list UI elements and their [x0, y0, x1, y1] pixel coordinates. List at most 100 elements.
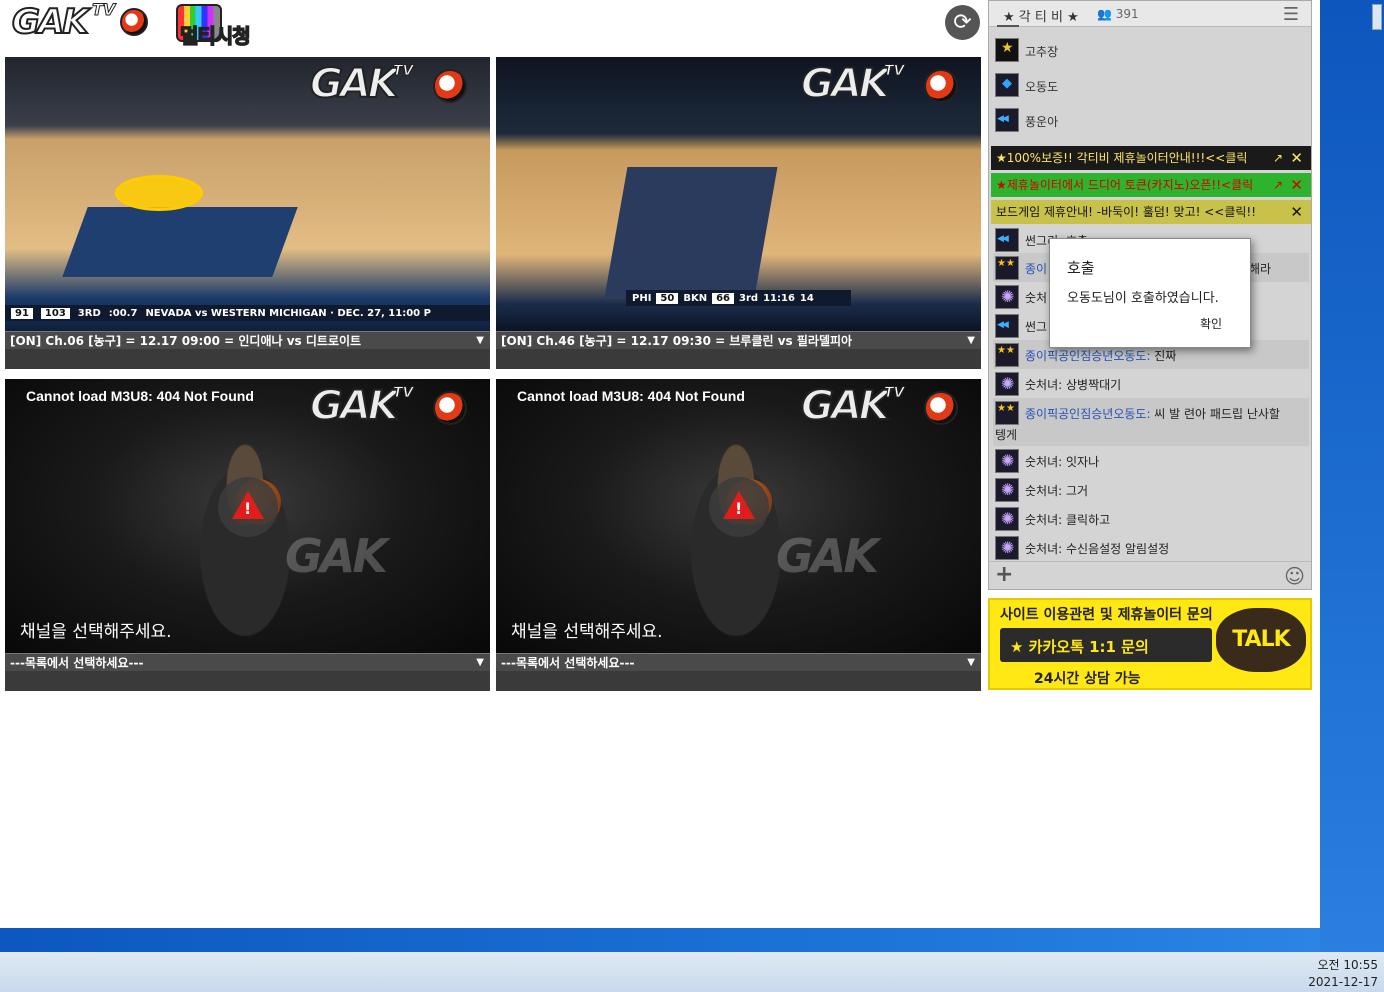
error-message: Cannot load M3U8: 404 Not Found: [517, 388, 745, 404]
logo-ball-icon: [120, 8, 148, 36]
refresh-icon: ⟳: [953, 10, 972, 35]
chat-message: 숫처녀: 잇자나: [993, 446, 1309, 475]
user-list-item[interactable]: 오동도: [993, 70, 1309, 100]
user-count[interactable]: 👥 391: [1097, 7, 1139, 21]
watermark-logo-tv: TV: [883, 63, 905, 80]
rank-badge-icon: [995, 401, 1019, 425]
video-screen-2[interactable]: GAK TV PHI 50 BKN 66 3rd 11:16 14: [496, 57, 981, 331]
site-logo[interactable]: GAK TV: [8, 0, 158, 43]
close-icon[interactable]: ✕: [1290, 146, 1303, 170]
users-icon: 👥: [1097, 7, 1112, 21]
video-pane-4: GAK GAK TV ! Cannot load M3U8: 404 Not F…: [496, 379, 981, 691]
kakao-ad-banner[interactable]: 사이트 이용관련 및 제휴놀이터 문의 ★ 카카오톡 1:1 문의 24시간 상…: [988, 598, 1312, 690]
rank-badge-icon: [995, 228, 1019, 252]
channel-select-1[interactable]: [ON] Ch.06 [농구] = 12.17 09:00 = 인디애나 vs …: [5, 331, 490, 349]
scoreboard: PHI 50 BKN 66 3rd 11:16 14: [626, 290, 851, 306]
watermark-logo-text: GAK: [309, 382, 400, 430]
call-alert-dialog: 호출 오동도님이 호출하였습니다. 확인: [1049, 238, 1251, 348]
chat-message: 숫처녀: 수신음설정 알림설정: [993, 533, 1309, 561]
team-b: BKN: [683, 292, 708, 304]
channel-select-label: ---목록에서 선택하세요---: [501, 656, 635, 670]
video-screen-4[interactable]: GAK GAK TV ! Cannot load M3U8: 404 Not F…: [496, 379, 981, 653]
video-pane-1: GAK TV 91 103 3RD :00.7 NEVADA vs WESTER…: [5, 57, 490, 369]
user-name: 오동도: [1025, 80, 1059, 94]
rank-badge-icon: [995, 73, 1019, 97]
close-icon[interactable]: ✕: [1290, 200, 1303, 224]
watermark-logo-text: GAK: [800, 60, 891, 108]
chat-message: 숫처녀: 그거: [993, 475, 1309, 504]
chevron-down-icon: ▼: [476, 657, 484, 668]
logo-tv-text: TV: [91, 0, 116, 20]
rank-badge-icon: [995, 256, 1019, 280]
chat-input-bar: + ☺: [989, 561, 1311, 589]
ticker: NEVADA vs WESTERN MICHIGAN · DEC. 27, 11…: [145, 307, 431, 319]
court-paint: [62, 207, 298, 277]
dialog-body: 오동도님이 호출하였습니다.: [1067, 291, 1219, 306]
court-logo: [115, 175, 203, 211]
game-clock: 11:16: [763, 292, 795, 304]
score-away: 91: [11, 307, 33, 319]
rank-badge-icon: [995, 108, 1019, 132]
watermark-faint-logo: GAK: [776, 529, 879, 583]
logo-text: GAK: [11, 1, 90, 43]
select-channel-hint: 채널을 선택해주세요.: [511, 622, 663, 642]
refresh-button[interactable]: ⟳: [945, 5, 980, 40]
channel-select-2[interactable]: [ON] Ch.46 [농구] = 12.17 09:30 = 브루클린 vs …: [496, 331, 981, 349]
chat-header: ★ 각 티 비 ★ 👥 391 ☰: [989, 1, 1311, 27]
video-pane-2: GAK TV PHI 50 BKN 66 3rd 11:16 14 [ON] C…: [496, 57, 981, 369]
ad-line-3: 24시간 상담 가능: [1034, 671, 1141, 687]
chat-title[interactable]: ★ 각 티 비 ★: [1003, 6, 1079, 25]
tab-indicator: [997, 25, 1019, 27]
browser-content: GAK TV 멀티시청 ⟳ GAK TV 91 103 3RD :00.7 NE…: [0, 0, 1320, 928]
select-channel-hint: 채널을 선택해주세요.: [20, 622, 172, 642]
rank-badge-icon: [995, 38, 1019, 62]
ad-line-2: ★ 카카오톡 1:1 문의: [1010, 638, 1149, 656]
score-home: 103: [40, 307, 70, 319]
window-mini-control[interactable]: [1372, 4, 1382, 30]
scoreboard: 91 103 3RD :00.7 NEVADA vs WESTERN MICHI…: [5, 305, 490, 321]
emoji-icon[interactable]: ☺: [1284, 564, 1305, 588]
user-list-item[interactable]: 고추장: [993, 35, 1309, 65]
user-list-item[interactable]: 풍운아: [993, 105, 1309, 135]
banner-text: ★100%보증!! 각티비 제휴놀이터안내!!!<<클릭: [996, 151, 1248, 165]
multi-view-label: 멀티시청: [179, 23, 251, 49]
rank-badge-icon: [995, 507, 1019, 531]
multi-view-button[interactable]: 멀티시청: [174, 0, 274, 49]
external-link-icon: ↗: [1272, 178, 1283, 192]
dialog-title: 호출: [1067, 259, 1095, 277]
kakao-talk-icon: TALK: [1216, 608, 1306, 672]
add-icon[interactable]: +: [995, 562, 1013, 587]
watermark-logo-text: GAK: [800, 382, 891, 430]
watermark-ball-icon: [433, 391, 467, 425]
channel-select-4[interactable]: ---목록에서 선택하세요--- ▼: [496, 653, 981, 671]
watermark-logo-tv: TV: [883, 385, 905, 402]
clock-date: 2021-12-17: [1308, 975, 1378, 989]
banner-text: ★제휴놀이터에서 드디어 토큰(카지노)오픈!!<클릭: [996, 178, 1254, 192]
promo-banner-1[interactable]: ★100%보증!! 각티비 제휴놀이터안내!!!<<클릭 ↗ ✕: [991, 146, 1311, 170]
watermark-logo-tv: TV: [392, 385, 414, 402]
chat-message: 숫처녀: 클릭하고: [993, 504, 1309, 533]
system-clock[interactable]: 오전 10:55 2021-12-17: [1308, 957, 1378, 991]
video-pane-3: GAK GAK TV ! Cannot load M3U8: 404 Not F…: [5, 379, 490, 691]
rank-badge-icon: [995, 449, 1019, 473]
rank-badge-icon: [995, 478, 1019, 502]
rank-badge-icon: [995, 536, 1019, 560]
error-message: Cannot load M3U8: 404 Not Found: [26, 388, 254, 404]
watermark-logo-text: GAK: [309, 60, 400, 108]
menu-icon[interactable]: ☰: [1283, 4, 1299, 25]
user-name: 고추장: [1025, 45, 1059, 59]
shot-clock: 14: [799, 292, 814, 304]
chat-message: 종이픽공인짐승년오동도: 씨 발 련아 패드립 난사할 텡게: [993, 398, 1309, 446]
confirm-button[interactable]: 확인: [1200, 315, 1222, 332]
ad-line-1: 사이트 이용관련 및 제휴놀이터 문의: [1000, 607, 1213, 623]
game-clock: :00.7: [108, 307, 138, 319]
close-icon[interactable]: ✕: [1290, 173, 1303, 197]
channel-select-3[interactable]: ---목록에서 선택하세요--- ▼: [5, 653, 490, 671]
video-screen-1[interactable]: GAK TV 91 103 3RD :00.7 NEVADA vs WESTER…: [5, 57, 490, 331]
rank-badge-icon: [995, 314, 1019, 338]
promo-banner-3[interactable]: 보드게임 제휴안내! -바둑이! 훌덤! 맞고! <<클릭!! ✕: [991, 200, 1311, 224]
watermark-logo-tv: TV: [392, 63, 414, 80]
promo-banner-2[interactable]: ★제휴놀이터에서 드디어 토큰(카지노)오픈!!<클릭 ↗ ✕: [991, 173, 1311, 197]
video-screen-3[interactable]: GAK GAK TV ! Cannot load M3U8: 404 Not F…: [5, 379, 490, 653]
watermark-ball-icon: [924, 69, 958, 103]
